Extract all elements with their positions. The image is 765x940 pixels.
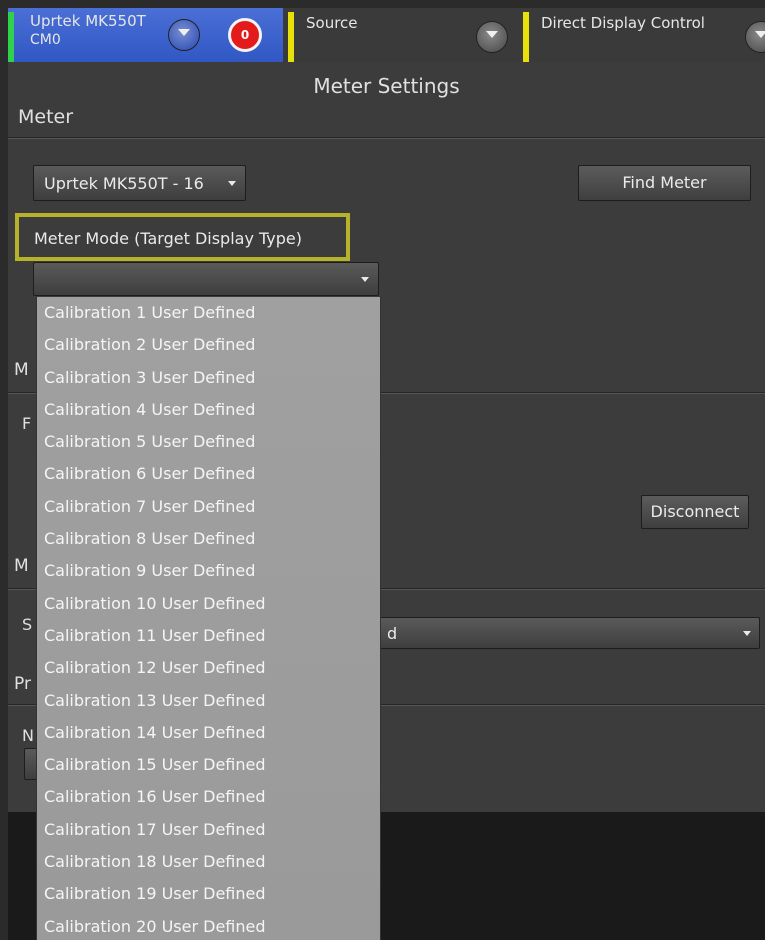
- standard-select-value: d: [387, 624, 398, 643]
- dropdown-option[interactable]: Calibration 14 User Defined: [37, 717, 380, 749]
- chevron-down-icon[interactable]: [168, 19, 200, 51]
- meter-tab-sub: CM0: [30, 32, 61, 48]
- source-tab-accent: [288, 12, 294, 62]
- field-label-fragment: F: [22, 414, 32, 433]
- direct-display-control-tab[interactable]: Direct Display Control: [523, 8, 765, 62]
- section-meter-label: Meter: [18, 106, 74, 128]
- dropdown-option[interactable]: Calibration 3 User Defined: [37, 362, 380, 394]
- dropdown-option[interactable]: Calibration 6 User Defined: [37, 458, 380, 490]
- divider: [8, 137, 765, 139]
- dropdown-option[interactable]: Calibration 5 User Defined: [37, 426, 380, 458]
- dropdown-option[interactable]: Calibration 15 User Defined: [37, 749, 380, 781]
- field-label-fragment: S: [22, 615, 33, 634]
- chevron-down-icon[interactable]: [745, 21, 765, 53]
- alert-badge[interactable]: 0: [228, 18, 262, 52]
- chevron-down-icon: [228, 181, 236, 186]
- section-label-fragment: M: [14, 556, 29, 576]
- find-meter-button[interactable]: Find Meter: [578, 165, 751, 201]
- dropdown-option[interactable]: Calibration 4 User Defined: [37, 394, 380, 426]
- dropdown-option[interactable]: Calibration 10 User Defined: [37, 588, 380, 620]
- dropdown-option[interactable]: Calibration 9 User Defined: [37, 555, 380, 587]
- meter-select[interactable]: Uprtek MK550T - 16: [33, 165, 246, 201]
- chevron-down-icon: [361, 277, 369, 282]
- source-tab-label: Source: [306, 14, 358, 32]
- panel-title: Meter Settings: [313, 74, 460, 98]
- dropdown-option[interactable]: Calibration 2 User Defined: [37, 329, 380, 361]
- disconnect-button[interactable]: Disconnect: [641, 495, 749, 529]
- dropdown-option[interactable]: Calibration 20 User Defined: [37, 911, 380, 940]
- dropdown-option[interactable]: Calibration 13 User Defined: [37, 685, 380, 717]
- meter-tab-accent: [8, 12, 14, 62]
- chevron-down-icon: [743, 631, 751, 636]
- dropdown-option[interactable]: Calibration 17 User Defined: [37, 814, 380, 846]
- top-tab-bar: Uprtek MK550T CM0 0 Source Direct Displa…: [8, 8, 765, 62]
- dropdown-option[interactable]: Calibration 8 User Defined: [37, 523, 380, 555]
- chevron-down-icon[interactable]: [476, 21, 508, 53]
- meter-mode-dropdown-list[interactable]: Calibration 1 User Defined Calibration 2 …: [36, 297, 381, 940]
- direct-tab-label: Direct Display Control: [541, 14, 705, 32]
- dropdown-option[interactable]: Calibration 16 User Defined: [37, 781, 380, 813]
- meter-mode-label: Meter Mode (Target Display Type): [34, 229, 302, 248]
- dropdown-option[interactable]: Calibration 1 User Defined: [37, 297, 380, 329]
- meter-tab[interactable]: Uprtek MK550T CM0 0: [8, 8, 283, 62]
- section-label-fragment: Pr: [14, 674, 31, 694]
- dropdown-option[interactable]: Calibration 18 User Defined: [37, 846, 380, 878]
- direct-tab-accent: [523, 12, 529, 62]
- source-tab[interactable]: Source: [288, 8, 518, 62]
- dropdown-option[interactable]: Calibration 7 User Defined: [37, 491, 380, 523]
- meter-tab-name: Uprtek MK550T: [30, 12, 146, 30]
- dropdown-option[interactable]: Calibration 11 User Defined: [37, 620, 380, 652]
- field-label-fragment: N: [22, 726, 34, 745]
- section-label-fragment: M: [14, 360, 29, 380]
- meter-select-value: Uprtek MK550T - 16: [44, 174, 204, 193]
- meter-mode-select[interactable]: [33, 262, 379, 296]
- dropdown-option[interactable]: Calibration 19 User Defined: [37, 878, 380, 910]
- dropdown-option[interactable]: Calibration 12 User Defined: [37, 652, 380, 684]
